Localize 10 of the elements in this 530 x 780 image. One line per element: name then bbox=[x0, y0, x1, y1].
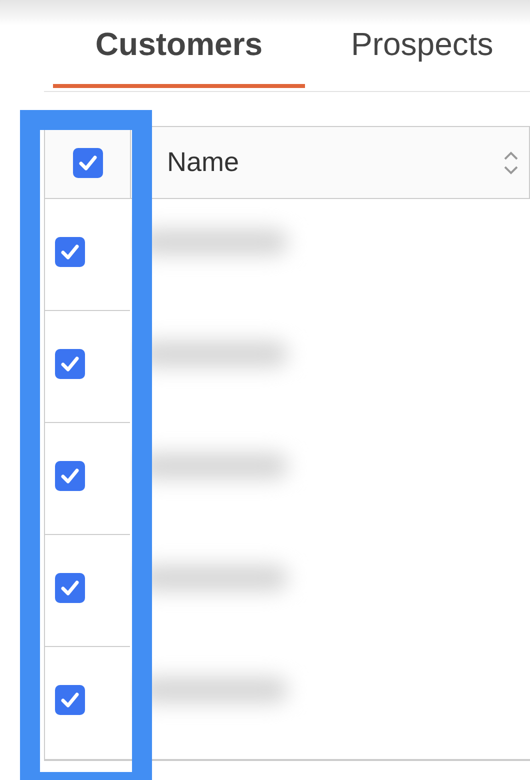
tab[interactable]: Customers bbox=[53, 26, 305, 88]
row-checkbox[interactable] bbox=[55, 349, 85, 379]
select-all-checkbox[interactable] bbox=[72, 148, 102, 178]
row-checkbox[interactable] bbox=[55, 461, 85, 491]
row-checkbox[interactable] bbox=[55, 685, 85, 715]
row-checkbox[interactable] bbox=[55, 573, 85, 603]
column-label: Name bbox=[167, 147, 240, 178]
row-checkbox[interactable] bbox=[55, 237, 85, 267]
sort-icon[interactable] bbox=[503, 150, 519, 176]
tab[interactable]: Prospects bbox=[305, 26, 494, 88]
